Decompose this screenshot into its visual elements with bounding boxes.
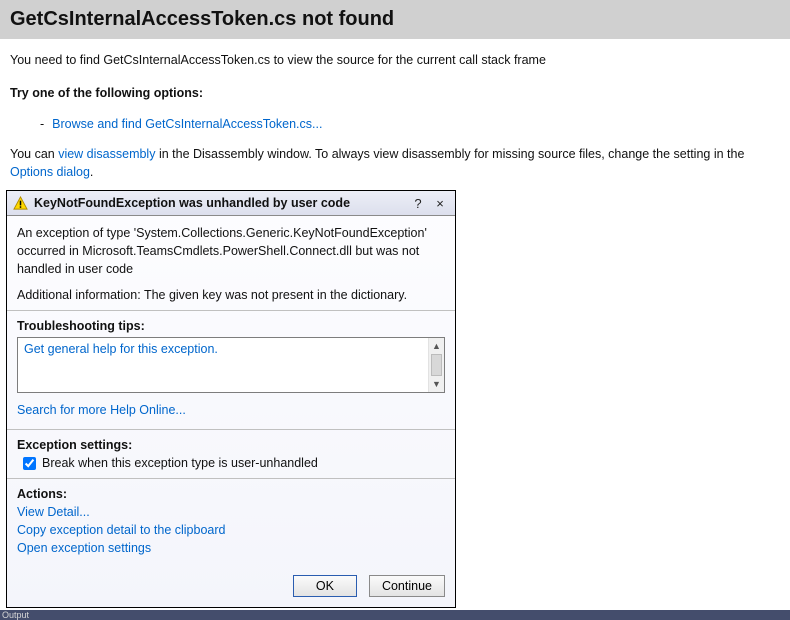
scroll-up-icon[interactable]: ▲ bbox=[429, 338, 444, 354]
copy-exception-link[interactable]: Copy exception detail to the clipboard bbox=[17, 523, 445, 537]
status-bar: Output bbox=[0, 610, 790, 620]
bullet-dash: - bbox=[40, 117, 44, 131]
exception-settings-heading: Exception settings: bbox=[17, 438, 445, 452]
actions-heading: Actions: bbox=[17, 487, 445, 501]
exception-message: An exception of type 'System.Collections… bbox=[17, 224, 445, 278]
troubleshooting-heading: Troubleshooting tips: bbox=[17, 319, 445, 333]
additional-info-text: The given key was not present in the dic… bbox=[144, 288, 407, 302]
close-button[interactable]: × bbox=[431, 195, 449, 211]
open-exception-settings-link[interactable]: Open exception settings bbox=[17, 541, 445, 555]
intro-text: You need to find GetCsInternalAccessToke… bbox=[10, 51, 780, 70]
warning-icon bbox=[13, 196, 28, 211]
page-header: GetCsInternalAccessToken.cs not found bbox=[0, 0, 790, 39]
view-disassembly-link[interactable]: view disassembly bbox=[58, 147, 155, 161]
scroll-down-icon[interactable]: ▼ bbox=[429, 376, 444, 392]
scroll-thumb[interactable] bbox=[431, 354, 442, 376]
disassembly-paragraph: You can view disassembly in the Disassem… bbox=[10, 145, 780, 183]
additional-info-label: Additional information: bbox=[17, 288, 141, 302]
disasm-text-pre: You can bbox=[10, 147, 58, 161]
view-detail-link[interactable]: View Detail... bbox=[17, 505, 445, 519]
break-unhandled-label: Break when this exception type is user-u… bbox=[42, 456, 318, 470]
ok-button[interactable]: OK bbox=[293, 575, 357, 597]
help-button[interactable]: ? bbox=[409, 195, 427, 211]
exception-message-section: An exception of type 'System.Collections… bbox=[7, 216, 455, 311]
actions-section: Actions: View Detail... Copy exception d… bbox=[7, 479, 455, 567]
dialog-titlebar[interactable]: KeyNotFoundException was unhandled by us… bbox=[7, 191, 455, 216]
tips-box-wrap: Get general help for this exception. ▲ ▼ bbox=[17, 337, 445, 393]
options-heading: Try one of the following options: bbox=[10, 84, 780, 103]
status-bar-text: Output bbox=[2, 610, 29, 620]
dialog-title: KeyNotFoundException was unhandled by us… bbox=[34, 196, 405, 210]
break-unhandled-checkbox[interactable] bbox=[23, 457, 36, 470]
troubleshooting-section: Troubleshooting tips: Get general help f… bbox=[7, 311, 455, 430]
continue-button[interactable]: Continue bbox=[369, 575, 445, 597]
search-help-online-link[interactable]: Search for more Help Online... bbox=[17, 403, 445, 417]
tips-item-link[interactable]: Get general help for this exception. bbox=[24, 342, 218, 356]
options-dialog-link[interactable]: Options dialog bbox=[10, 165, 90, 179]
page-body: You need to find GetCsInternalAccessToke… bbox=[0, 39, 790, 182]
exception-dialog: KeyNotFoundException was unhandled by us… bbox=[6, 190, 456, 608]
exception-settings-section: Exception settings: Break when this exce… bbox=[7, 430, 455, 479]
tips-scrollbar[interactable]: ▲ ▼ bbox=[428, 338, 444, 392]
tips-listbox[interactable]: Get general help for this exception. bbox=[17, 337, 445, 393]
disasm-text-post: . bbox=[90, 165, 93, 179]
additional-info-row: Additional information: The given key wa… bbox=[17, 288, 445, 302]
page-title: GetCsInternalAccessToken.cs not found bbox=[10, 8, 780, 31]
disasm-text-mid: in the Disassembly window. To always vie… bbox=[155, 147, 744, 161]
break-unhandled-row[interactable]: Break when this exception type is user-u… bbox=[17, 456, 445, 470]
dialog-button-row: OK Continue bbox=[7, 567, 455, 607]
option-row: - Browse and find GetCsInternalAccessTok… bbox=[40, 117, 780, 131]
browse-find-link[interactable]: Browse and find GetCsInternalAccessToken… bbox=[52, 117, 322, 131]
